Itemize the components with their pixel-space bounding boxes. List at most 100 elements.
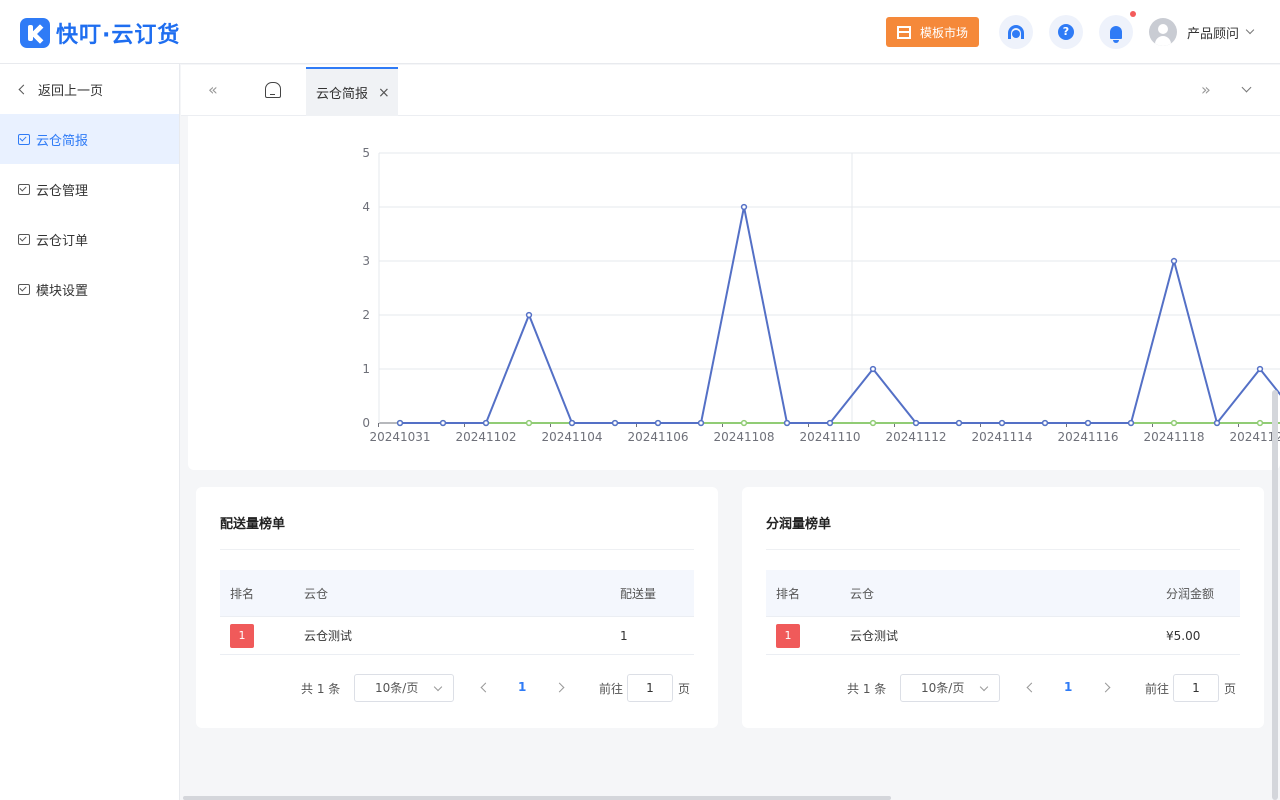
table-header: 排名 云仓 分润金额 — [766, 570, 1240, 617]
profit-rank-card: 分润量榜单 排名 云仓 分润金额 1 云仓测试 ¥5.00 共 1 条 10条/… — [742, 487, 1264, 728]
y-tick-label: 5 — [362, 146, 370, 160]
data-point — [826, 419, 834, 427]
x-tick-label: 20241102 — [455, 430, 516, 444]
table-row: 1 云仓测试 ¥5.00 — [766, 617, 1240, 655]
sidebar-item-label: 云仓简报 — [36, 133, 89, 149]
goto-label: 前往 — [1145, 682, 1170, 696]
prev-page-icon[interactable] — [1026, 682, 1037, 693]
bell-icon — [1110, 25, 1122, 43]
chevron-down-icon — [433, 682, 443, 692]
user-menu[interactable]: 产品顾问 — [1149, 18, 1255, 46]
template-market-label: 模板市场 — [919, 25, 968, 40]
data-point — [697, 419, 705, 427]
card-title: 分润量榜单 — [766, 517, 832, 532]
chevron-left-icon — [18, 84, 29, 94]
data-point — [869, 365, 877, 373]
rank-cell: 1 — [220, 623, 304, 648]
close-icon[interactable]: × — [378, 85, 390, 101]
x-tick-label: 20241106 — [627, 430, 688, 444]
mail-icon — [18, 283, 30, 295]
data-point — [740, 203, 748, 211]
prev-page-icon[interactable] — [480, 682, 491, 693]
x-tick-label: 20241114 — [971, 430, 1032, 444]
data-point — [869, 419, 877, 427]
sidebar-item-warehouse-manage[interactable]: 云仓管理 — [0, 164, 179, 214]
divider — [220, 549, 694, 550]
back-button[interactable]: 返回上一页 — [0, 64, 179, 114]
customer-service-button[interactable] — [999, 15, 1033, 49]
notification-dot — [1130, 11, 1136, 17]
scroll-tabs-right-icon[interactable]: » — [1201, 82, 1215, 98]
page-suffix: 页 — [678, 682, 691, 696]
chevron-down-icon — [1245, 25, 1255, 35]
data-point — [783, 419, 791, 427]
rank-badge: 1 — [230, 623, 254, 648]
scroll-tabs-left-icon[interactable]: « — [208, 82, 222, 98]
y-tick-label: 3 — [362, 254, 370, 268]
page-size-value: 10条/页 — [375, 681, 419, 695]
vertical-scrollbar[interactable] — [1272, 390, 1278, 800]
sidebar-item-warehouse-brief[interactable]: 云仓简报 — [0, 114, 179, 164]
template-market-button[interactable]: 模板市场 — [886, 17, 979, 47]
page-size-select[interactable]: 10条/页 — [900, 674, 1000, 702]
data-point — [740, 419, 748, 427]
data-point — [1084, 419, 1092, 427]
x-tick-label: 20241118 — [1143, 430, 1204, 444]
data-point — [955, 419, 963, 427]
logo-text: 快叮·云订货 — [56, 23, 181, 48]
data-point — [439, 419, 447, 427]
goto-page-input[interactable]: 1 — [627, 674, 673, 702]
next-page-icon[interactable] — [554, 682, 565, 693]
home-icon[interactable] — [265, 82, 281, 98]
tab-warehouse-brief[interactable]: 云仓简报 × — [306, 67, 398, 116]
notification-button[interactable] — [1099, 15, 1133, 49]
page-size-select[interactable]: 10条/页 — [354, 674, 454, 702]
warehouse-cell: 云仓测试 — [850, 629, 899, 643]
x-tick-label: 20241110 — [799, 430, 860, 444]
data-point — [912, 419, 920, 427]
sidebar-item-label: 云仓订单 — [36, 233, 89, 249]
current-page[interactable]: 1 — [1064, 680, 1072, 694]
y-tick-label: 2 — [362, 308, 370, 322]
next-page-icon[interactable] — [1100, 682, 1111, 693]
data-point — [525, 311, 533, 319]
help-icon: ? — [1058, 24, 1074, 40]
data-point — [525, 419, 533, 427]
horizontal-scrollbar[interactable] — [183, 796, 891, 800]
tab-label: 云仓简报 — [316, 87, 369, 102]
chevron-down-icon — [979, 682, 989, 692]
template-icon — [896, 25, 911, 39]
delivery-rank-card: 配送量榜单 排名 云仓 配送量 1 云仓测试 1 共 1 条 10条/页 1 前… — [196, 487, 718, 728]
top-header: 快叮·云订货 模板市场 ? 产品顾问 — [0, 0, 1280, 64]
sidebar-item-warehouse-orders[interactable]: 云仓订单 — [0, 214, 179, 264]
data-point — [568, 419, 576, 427]
data-point — [1170, 419, 1178, 427]
data-point — [1170, 257, 1178, 265]
x-tick-label: 20241112 — [885, 430, 946, 444]
sidebar-item-label: 云仓管理 — [36, 183, 89, 199]
data-point — [1041, 419, 1049, 427]
y-tick-label: 4 — [362, 200, 370, 214]
data-point — [998, 419, 1006, 427]
warehouse-cell: 云仓测试 — [304, 629, 353, 643]
sidebar-item-label: 模块设置 — [36, 283, 89, 299]
help-button[interactable]: ? — [1049, 15, 1083, 49]
logo-icon — [20, 18, 50, 48]
app-logo[interactable]: 快叮·云订货 — [20, 17, 180, 49]
x-tick-label: 20241108 — [713, 430, 774, 444]
headset-icon — [1008, 25, 1024, 39]
data-point — [611, 419, 619, 427]
chevron-down-icon[interactable] — [1241, 82, 1252, 93]
header-rank: 排名 — [230, 586, 255, 601]
current-page[interactable]: 1 — [518, 680, 526, 694]
x-tick-label: 20241031 — [369, 430, 430, 444]
sidebar-item-module-settings[interactable]: 模块设置 — [0, 264, 179, 314]
goto-page-input[interactable]: 1 — [1173, 674, 1219, 702]
mail-icon — [18, 133, 30, 145]
chart-card: 0 1 2 3 4 5 20241031 20241102 20241104 20241106 20… — [188, 116, 1280, 470]
data-point — [1256, 365, 1264, 373]
avatar — [1149, 18, 1177, 46]
value-cell: ¥5.00 — [1166, 628, 1201, 643]
y-tick-label: 1 — [362, 362, 370, 376]
pagination-total: 共 1 条 — [847, 682, 887, 696]
